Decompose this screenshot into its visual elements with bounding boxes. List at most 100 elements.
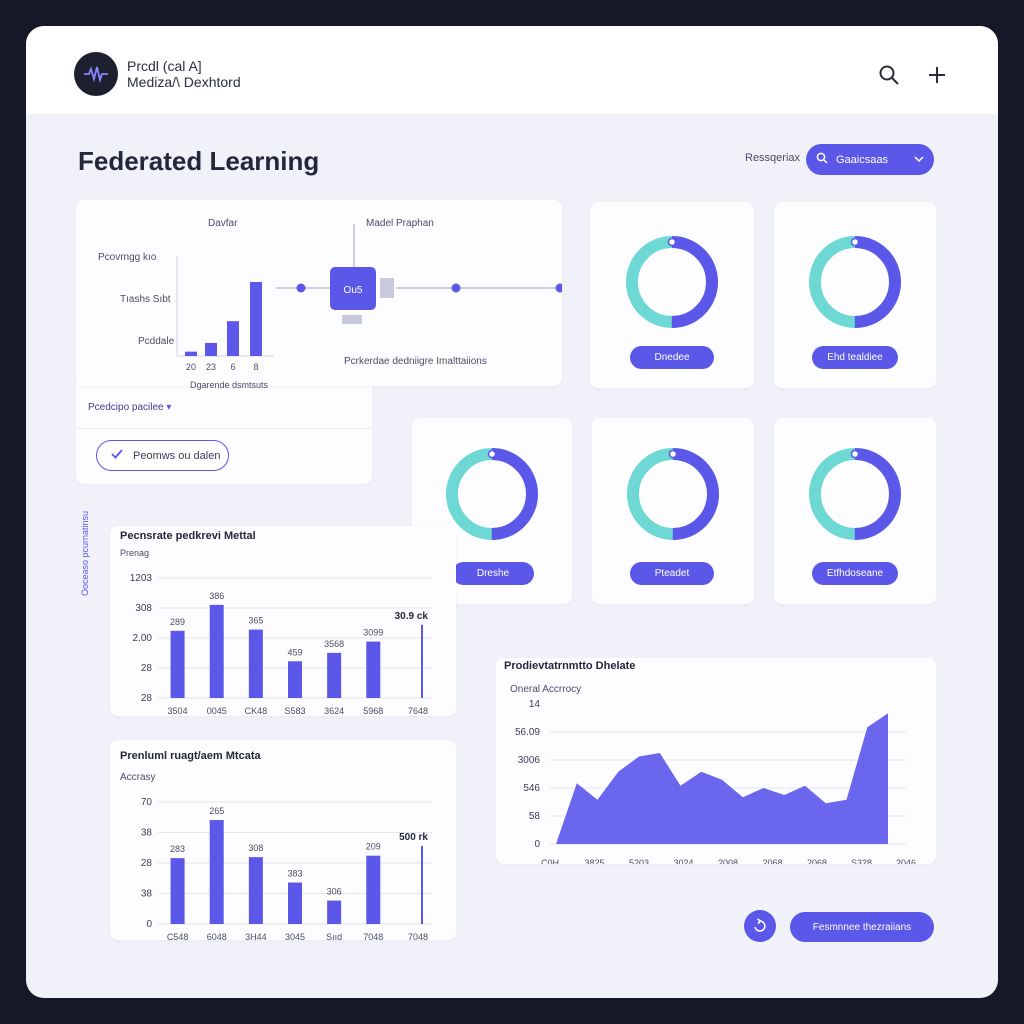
donut-card-button[interactable]: Ehd tealdiee xyxy=(812,346,898,369)
donut-card: Ehd tealdiee xyxy=(774,202,936,388)
donut-start-marker xyxy=(668,449,678,459)
check-icon xyxy=(111,449,123,462)
mini-chart-tick-label: 23 xyxy=(206,362,216,372)
donut-card-button[interactable]: Dreshe xyxy=(452,562,534,585)
donut-chart xyxy=(809,236,901,328)
y-tick-label: 3006 xyxy=(518,755,541,766)
bar-chart: 70 38 28 38 0 283 C548 265 6048 308 3H44 383 3045 306… xyxy=(141,797,432,940)
mini-chart-x-title: Dgarende dsmtsuts xyxy=(190,380,269,390)
y-tick-label: 0 xyxy=(146,919,152,930)
x-tick-label: 2008 xyxy=(718,858,738,864)
model-node-label: Ou5 xyxy=(344,285,363,296)
refresh-icon[interactable] xyxy=(744,910,776,942)
donut-start-marker xyxy=(487,449,497,459)
bar-chart: 1203 308 2.00 28 28 289 3504 386 0045 365 CK48 459 S… xyxy=(130,573,432,716)
area-series xyxy=(556,713,888,844)
y-tick-label: 28 xyxy=(141,663,153,674)
mini-chart-tick-label: 6 xyxy=(230,362,235,372)
x-tick-label: 0045 xyxy=(207,706,227,716)
bar-chart-card: Prenluml ruagt/aem Mtcata Accrasy 70 38 28… xyxy=(110,740,456,940)
plus-icon[interactable] xyxy=(924,62,950,88)
bar xyxy=(209,604,224,698)
bar-value-label: 386 xyxy=(209,591,224,601)
donut-chart xyxy=(446,448,538,540)
mini-chart-ticks: 20 23 6 8 xyxy=(186,362,259,372)
donut-card: Etfhdoseane xyxy=(774,418,936,604)
model-node-base xyxy=(342,315,362,324)
x-tick-label: 3045 xyxy=(285,932,305,940)
x-tick-label: 3825 xyxy=(584,858,604,864)
network-node[interactable] xyxy=(451,283,461,293)
bar xyxy=(170,630,185,698)
bar-value-label: 500 rk xyxy=(399,832,428,843)
divider xyxy=(76,428,372,429)
bar-value-label: 308 xyxy=(248,843,263,853)
y-tick-label: 38 xyxy=(141,889,153,900)
area-chart-card: Prodievtatrnmtto Dhelate Oneral Accrrocy… xyxy=(496,658,936,864)
x-tick-label: C0H xyxy=(541,858,559,864)
mini-chart-bar xyxy=(205,342,217,356)
footer-cta-button[interactable]: Fesmnnee thezraiians xyxy=(790,912,934,942)
x-tick-label: 3H44 xyxy=(245,932,267,940)
x-tick-label: S328 xyxy=(851,858,872,864)
bar-value-label: 30.9 ck xyxy=(395,611,429,622)
model-network-card: Davfar Madel Praphan Pcovrngg kıo Tıаshs… xyxy=(76,200,563,390)
x-tick-label: 7048 xyxy=(363,932,383,940)
x-tick-label: 3504 xyxy=(168,706,188,716)
model-diagram: 20 23 6 8 Ou5 xyxy=(176,224,563,372)
side-vertical-label: Ooceaso pcurnatinsu xyxy=(80,510,90,596)
x-tick-label: 5968 xyxy=(363,706,383,716)
x-tick-label: S583 xyxy=(284,706,305,716)
preview-link[interactable]: Pcedcipo pacilee ▾ xyxy=(88,402,171,413)
bar-value-label: 3568 xyxy=(324,639,344,649)
bar-value-label: 265 xyxy=(209,806,224,816)
donut-start-marker xyxy=(667,237,677,247)
donut-start-marker xyxy=(850,449,860,459)
network-node[interactable] xyxy=(555,283,563,293)
x-tick-label: Sııd xyxy=(326,932,342,940)
mini-chart-bar xyxy=(185,351,197,356)
waveform-icon[interactable] xyxy=(74,52,118,96)
bar xyxy=(366,855,381,924)
network-node[interactable] xyxy=(296,283,306,293)
y-tick-label: 28 xyxy=(141,693,153,704)
chevron-down-icon xyxy=(914,154,924,166)
network-footer-label: Pcrkerdae dedniigre Imalttaiions xyxy=(344,356,487,367)
donut-card-button[interactable]: Dnedee xyxy=(630,346,714,369)
dropdown-value: Gaaicsaas xyxy=(836,153,888,166)
bar-value-label: 306 xyxy=(327,887,342,897)
preview-button[interactable]: Peomws ou dalen xyxy=(96,440,229,471)
donut-chart xyxy=(627,448,719,540)
bar xyxy=(288,661,302,698)
x-tick-label: 7648 xyxy=(408,706,428,716)
x-tick-label: 6048 xyxy=(207,932,227,940)
x-tick-label: 5203 xyxy=(629,858,649,864)
donut-card-button[interactable]: Pteadet xyxy=(630,562,714,585)
y-tick-label: 2.00 xyxy=(133,633,153,644)
donut-chart xyxy=(626,236,718,328)
x-tick-label: 2046 xyxy=(896,858,916,864)
donut-start-marker xyxy=(850,237,860,247)
x-tick-label: 3624 xyxy=(324,706,344,716)
brand-name: Prcdl (cal A] Mediza/\ Dexhtord xyxy=(127,58,241,90)
mini-chart-bars xyxy=(185,282,262,356)
search-icon[interactable] xyxy=(876,62,902,88)
model-node-side xyxy=(380,278,394,298)
mini-chart-tick-label: 20 xyxy=(186,362,196,372)
area-chart: 14 56.09 3006 546 58 0 C0H 3825 5203 3024 2008 2068… xyxy=(515,699,916,864)
page-title: Federated Learning xyxy=(78,146,320,176)
bar xyxy=(248,629,263,698)
mini-chart-bar xyxy=(227,321,239,356)
filter-dropdown[interactable]: Gaaicsaas xyxy=(806,144,934,175)
y-tick-label: 546 xyxy=(523,783,540,794)
bar-value-label: 459 xyxy=(287,647,302,657)
donut-card-button[interactable]: Etfhdoseane xyxy=(812,562,898,585)
y-tick-label: 56.09 xyxy=(515,727,540,738)
y-tick-label: 28 xyxy=(141,858,153,869)
responsive-label: Ressqeriax xyxy=(745,152,801,164)
x-tick-label: 2068 xyxy=(762,858,782,864)
search-icon xyxy=(816,152,828,167)
bar-value-label: 209 xyxy=(366,842,381,852)
bar-value-label: 3099 xyxy=(363,628,383,638)
bar xyxy=(327,900,342,924)
